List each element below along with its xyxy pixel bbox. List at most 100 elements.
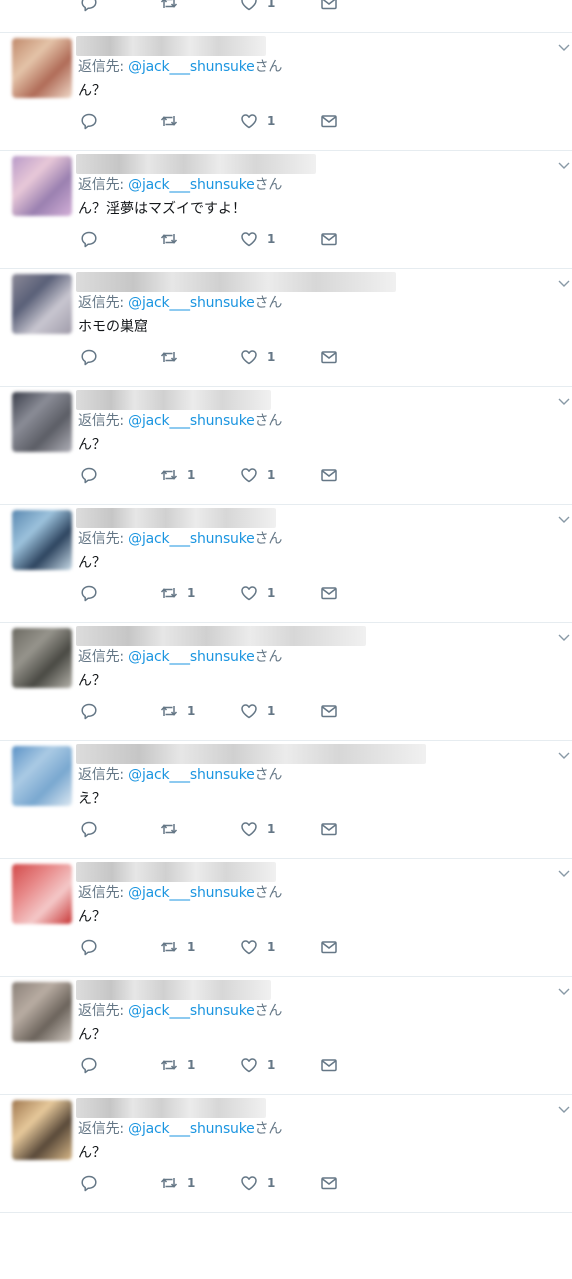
reply-button[interactable]	[80, 465, 98, 485]
chevron-down-icon[interactable]	[558, 515, 570, 525]
reply-button[interactable]	[80, 111, 98, 131]
avatar[interactable]	[12, 746, 72, 806]
tweet-item[interactable]: 返信先: @jack___shunsukeさん ん？ 1 1	[0, 859, 572, 977]
like-count: 1	[267, 350, 276, 364]
retweet-button[interactable]	[160, 819, 187, 839]
reply-handle-link[interactable]: @jack___shunsuke	[128, 531, 255, 547]
direct-message-button[interactable]	[320, 583, 338, 603]
retweet-button[interactable]: 1	[160, 937, 195, 957]
like-button[interactable]: 1	[240, 465, 275, 485]
like-button[interactable]: 1	[240, 111, 275, 131]
envelope-icon	[321, 351, 337, 364]
avatar[interactable]	[12, 628, 72, 688]
avatar[interactable]	[12, 510, 72, 570]
reply-handle-link[interactable]: @jack___shunsuke	[128, 649, 255, 665]
like-button[interactable]: 1	[240, 937, 275, 957]
like-button[interactable]: 1	[240, 701, 275, 721]
retweet-icon	[160, 942, 178, 952]
blurred-user-name[interactable]	[76, 508, 276, 528]
chevron-down-icon[interactable]	[558, 1105, 570, 1115]
blurred-user-name[interactable]	[76, 744, 426, 764]
direct-message-button[interactable]	[320, 1055, 338, 1075]
reply-button[interactable]	[80, 937, 98, 957]
like-button[interactable]: 1	[240, 347, 275, 367]
retweet-button[interactable]: 1	[160, 1173, 195, 1193]
avatar[interactable]	[12, 1100, 72, 1160]
tweet-item[interactable]: 返信先: @jack___shunsukeさん え？ 1	[0, 741, 572, 859]
tweet-item[interactable]: 返信先: @jack___shunsukeさん ん？ 1 1	[0, 387, 572, 505]
tweet-item[interactable]: 返信先: @jack___shunsukeさん ん？ 1 1	[0, 623, 572, 741]
blurred-user-name[interactable]	[76, 980, 271, 1000]
reply-handle-link[interactable]: @jack___shunsuke	[128, 59, 255, 75]
avatar[interactable]	[12, 274, 72, 334]
avatar[interactable]	[12, 392, 72, 452]
tweet-item[interactable]: 返信先: @jack___shunsukeさん ん？ 1 1	[0, 977, 572, 1095]
reply-handle-link[interactable]: @jack___shunsuke	[128, 413, 255, 429]
tweet-item[interactable]: 返信先: @jack___shunsukeさん ん？ 1 1	[0, 1095, 572, 1213]
direct-message-button[interactable]	[320, 701, 338, 721]
blurred-user-name[interactable]	[76, 390, 271, 410]
retweet-button[interactable]: 1	[160, 1055, 195, 1075]
direct-message-button[interactable]	[320, 1173, 338, 1193]
reply-handle-link[interactable]: @jack___shunsuke	[128, 295, 255, 311]
reply-button[interactable]	[80, 819, 98, 839]
reply-button[interactable]	[80, 1055, 98, 1075]
blurred-user-name[interactable]	[76, 626, 366, 646]
blurred-user-name[interactable]	[76, 36, 266, 56]
avatar[interactable]	[12, 38, 72, 98]
direct-message-button[interactable]	[320, 347, 338, 367]
retweet-button[interactable]: 1	[160, 583, 195, 603]
blurred-user-name[interactable]	[76, 272, 396, 292]
chevron-down-icon[interactable]	[558, 633, 570, 643]
reply-button[interactable]	[80, 347, 98, 367]
reply-button[interactable]	[80, 229, 98, 249]
reply-button[interactable]	[80, 583, 98, 603]
chevron-down-icon[interactable]	[558, 987, 570, 997]
tweet-item[interactable]: 返信先: @jack___shunsukeさん ホモの巣窟 1	[0, 269, 572, 387]
retweet-button[interactable]	[160, 229, 187, 249]
direct-message-button[interactable]	[320, 111, 338, 131]
like-button[interactable]: 1	[240, 1173, 275, 1193]
tweet-item[interactable]: 返信先: @jack___shunsukeさん ん？淫夢はマズイですよ！ 1	[0, 151, 572, 269]
reply-handle-link[interactable]: @jack___shunsuke	[128, 1003, 255, 1019]
retweet-button[interactable]: 1	[160, 701, 195, 721]
like-button[interactable]: 1	[240, 0, 275, 13]
blurred-user-name[interactable]	[76, 154, 316, 174]
retweet-button[interactable]	[160, 347, 187, 367]
direct-message-button[interactable]	[320, 819, 338, 839]
direct-message-button[interactable]	[320, 229, 338, 249]
reply-button[interactable]	[80, 0, 98, 13]
like-button[interactable]: 1	[240, 583, 275, 603]
reply-button[interactable]	[80, 701, 98, 721]
direct-message-button[interactable]	[320, 465, 338, 485]
tweet-text: ん？	[78, 909, 106, 925]
retweet-button[interactable]	[160, 0, 187, 13]
chevron-down-icon[interactable]	[558, 43, 570, 53]
retweet-button[interactable]	[160, 111, 187, 131]
blurred-user-name[interactable]	[76, 1098, 266, 1118]
avatar[interactable]	[12, 864, 72, 924]
chevron-down-icon[interactable]	[558, 751, 570, 761]
tweet-item[interactable]: 返信先: @jack___shunsukeさん ん？	[0, 33, 572, 151]
reply-handle-link[interactable]: @jack___shunsuke	[128, 177, 255, 193]
reply-button[interactable]	[80, 1173, 98, 1193]
chevron-down-icon[interactable]	[558, 869, 570, 879]
reply-to-line: 返信先: @jack___shunsukeさん	[78, 764, 282, 784]
tweet-item[interactable]: 返信先: @jack___shunsukeさん ん？ 1 1	[0, 505, 572, 623]
reply-handle-link[interactable]: @jack___shunsuke	[128, 885, 255, 901]
like-button[interactable]: 1	[240, 819, 275, 839]
chevron-down-icon[interactable]	[558, 397, 570, 407]
direct-message-button[interactable]	[320, 937, 338, 957]
reply-handle-link[interactable]: @jack___shunsuke	[128, 767, 255, 783]
reply-handle-link[interactable]: @jack___shunsuke	[128, 1121, 255, 1137]
avatar[interactable]	[12, 982, 72, 1042]
chevron-down-icon[interactable]	[558, 161, 570, 171]
direct-message-button[interactable]	[320, 0, 338, 13]
tweet-item[interactable]: 返信先: @jack___shunsukeさん ん？	[0, 0, 572, 33]
chevron-down-icon[interactable]	[558, 279, 570, 289]
avatar[interactable]	[12, 156, 72, 216]
retweet-button[interactable]: 1	[160, 465, 195, 485]
like-button[interactable]: 1	[240, 229, 275, 249]
like-button[interactable]: 1	[240, 1055, 275, 1075]
blurred-user-name[interactable]	[76, 862, 276, 882]
